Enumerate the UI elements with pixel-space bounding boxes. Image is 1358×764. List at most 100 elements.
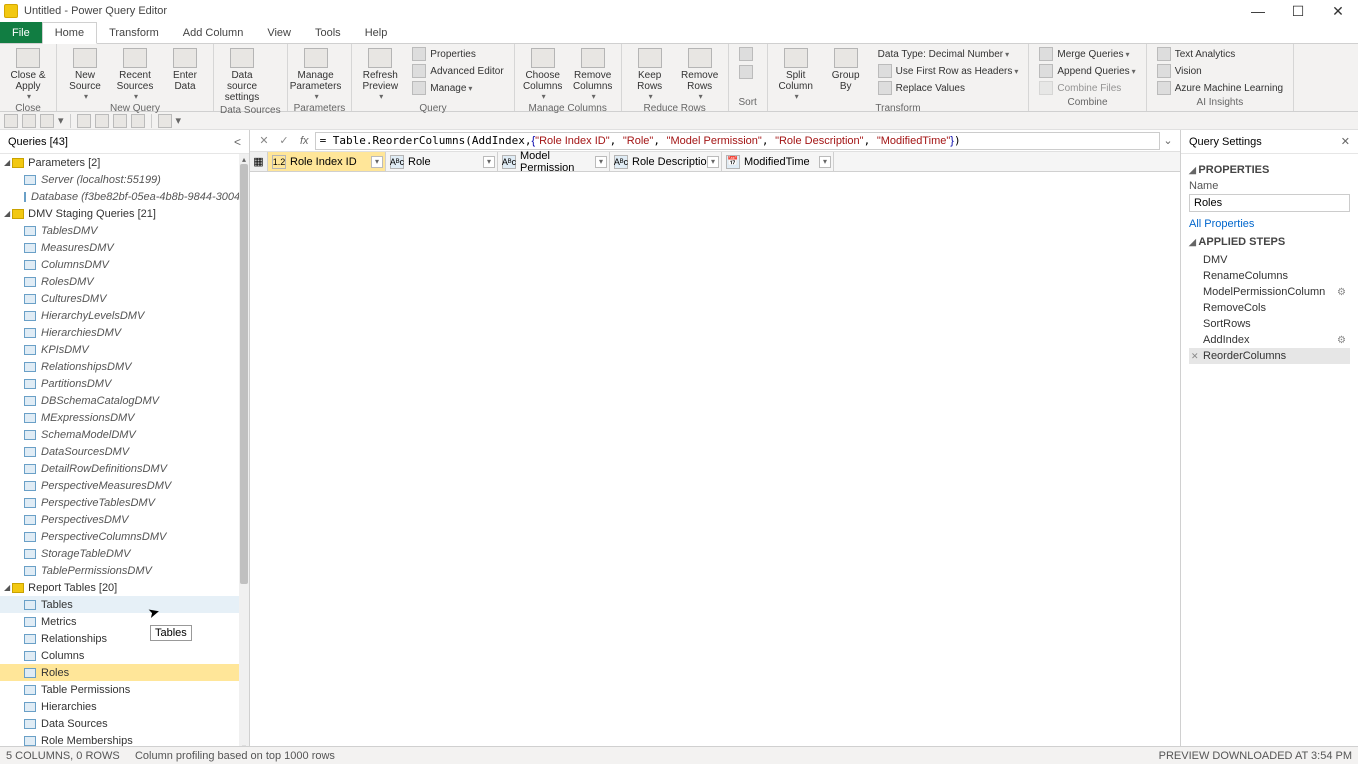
- applied-step[interactable]: RenameColumns: [1189, 268, 1350, 284]
- vision-button[interactable]: Vision: [1153, 63, 1287, 79]
- tree-item[interactable]: MExpressionsDMV: [0, 409, 249, 426]
- properties-button[interactable]: Properties: [408, 46, 507, 62]
- tree-item[interactable]: PartitionsDMV: [0, 375, 249, 392]
- tab-transform[interactable]: Transform: [97, 22, 171, 43]
- qat-item[interactable]: [22, 114, 36, 128]
- queries-tree[interactable]: ◢Parameters [2]Server (localhost:55199)D…: [0, 154, 249, 752]
- tree-item[interactable]: StorageTableDMV: [0, 545, 249, 562]
- azure-ml-button[interactable]: Azure Machine Learning: [1153, 80, 1287, 96]
- data-source-settings-button[interactable]: Data source settings: [220, 46, 264, 105]
- advanced-editor-button[interactable]: Advanced Editor: [408, 63, 507, 79]
- maximize-button[interactable]: ☐: [1278, 0, 1318, 22]
- enter-data-button[interactable]: Enter Data: [163, 46, 207, 94]
- tree-item[interactable]: DBSchemaCatalogDMV: [0, 392, 249, 409]
- formula-cancel-icon[interactable]: ✕: [254, 132, 274, 150]
- data-type-button[interactable]: Data Type: Decimal Number: [874, 46, 1023, 62]
- refresh-preview-button[interactable]: Refresh Preview: [358, 46, 402, 103]
- qat-item[interactable]: [95, 114, 109, 128]
- new-source-button[interactable]: New Source: [63, 46, 107, 103]
- tree-item[interactable]: TablesDMV: [0, 222, 249, 239]
- tree-item[interactable]: RelationshipsDMV: [0, 358, 249, 375]
- tab-help[interactable]: Help: [353, 22, 400, 43]
- tree-item[interactable]: TablePermissionsDMV: [0, 562, 249, 579]
- tree-item[interactable]: HierarchiesDMV: [0, 324, 249, 341]
- tab-home[interactable]: Home: [42, 22, 97, 44]
- grid-body[interactable]: [250, 172, 1180, 752]
- applied-step[interactable]: AddIndex⚙: [1189, 332, 1350, 348]
- manage-parameters-button[interactable]: Manage Parameters: [294, 46, 338, 103]
- tree-item[interactable]: Relationships: [0, 630, 249, 647]
- tree-item[interactable]: Data Sources: [0, 715, 249, 732]
- applied-step[interactable]: RemoveCols: [1189, 300, 1350, 316]
- close-button[interactable]: ✕: [1318, 0, 1358, 22]
- formula-input[interactable]: = Table.ReorderColumns(AddIndex,{"Role I…: [315, 132, 1160, 150]
- tree-item[interactable]: Columns: [0, 647, 249, 664]
- column-header[interactable]: 📅ModifiedTime▾: [722, 152, 834, 171]
- tree-item[interactable]: RolesDMV: [0, 273, 249, 290]
- manage-button[interactable]: Manage: [408, 80, 507, 96]
- formula-expand-icon[interactable]: ⌄: [1160, 134, 1176, 147]
- scroll-thumb[interactable]: [240, 164, 248, 584]
- fx-icon[interactable]: fx: [300, 135, 309, 147]
- tree-item[interactable]: Roles: [0, 664, 249, 681]
- tree-item[interactable]: Table Permissions: [0, 681, 249, 698]
- qat-item[interactable]: [4, 114, 18, 128]
- column-header[interactable]: 1.2Role Index ID▾: [268, 152, 386, 171]
- tree-item[interactable]: PerspectiveColumnsDMV: [0, 528, 249, 545]
- split-column-button[interactable]: Split Column: [774, 46, 818, 103]
- replace-values-button[interactable]: Replace Values: [874, 80, 1023, 96]
- text-analytics-button[interactable]: Text Analytics: [1153, 46, 1287, 62]
- choose-columns-button[interactable]: Choose Columns: [521, 46, 565, 103]
- grid-corner-button[interactable]: ▦: [250, 152, 268, 171]
- first-row-headers-button[interactable]: Use First Row as Headers: [874, 63, 1023, 79]
- close-settings-icon[interactable]: ✕: [1341, 135, 1350, 148]
- applied-step[interactable]: ReorderColumns: [1189, 348, 1350, 364]
- applied-step[interactable]: SortRows: [1189, 316, 1350, 332]
- tree-item[interactable]: Hierarchies: [0, 698, 249, 715]
- qat-item[interactable]: [40, 114, 54, 128]
- tree-item[interactable]: PerspectiveMeasuresDMV: [0, 477, 249, 494]
- column-header[interactable]: AᴮcModel Permission▾: [498, 152, 610, 171]
- tree-item[interactable]: DetailRowDefinitionsDMV: [0, 460, 249, 477]
- tab-view[interactable]: View: [255, 22, 303, 43]
- sort-desc-button[interactable]: [735, 64, 761, 80]
- tree-item[interactable]: CulturesDMV: [0, 290, 249, 307]
- recent-sources-button[interactable]: Recent Sources: [113, 46, 157, 103]
- qat-item[interactable]: [113, 114, 127, 128]
- merge-queries-button[interactable]: Merge Queries: [1035, 46, 1139, 62]
- qat-item[interactable]: [77, 114, 91, 128]
- tree-item[interactable]: DataSourcesDMV: [0, 443, 249, 460]
- keep-rows-button[interactable]: Keep Rows: [628, 46, 672, 103]
- tree-item[interactable]: Tables: [0, 596, 249, 613]
- append-queries-button[interactable]: Append Queries: [1035, 63, 1139, 79]
- close-apply-button[interactable]: Close & Apply: [6, 46, 50, 103]
- tree-group[interactable]: ◢DMV Staging Queries [21]: [0, 205, 249, 222]
- tab-file[interactable]: File: [0, 22, 42, 43]
- query-name-input[interactable]: [1189, 194, 1350, 212]
- tree-item[interactable]: MeasuresDMV: [0, 239, 249, 256]
- collapse-queries-icon[interactable]: <: [234, 135, 241, 149]
- tree-item[interactable]: PerspectiveTablesDMV: [0, 494, 249, 511]
- qat-item[interactable]: [131, 114, 145, 128]
- formula-commit-icon[interactable]: ✓: [274, 132, 294, 150]
- remove-rows-button[interactable]: Remove Rows: [678, 46, 722, 103]
- column-header[interactable]: AᴮcRole▾: [386, 152, 498, 171]
- tab-add-column[interactable]: Add Column: [171, 22, 256, 43]
- combine-files-button[interactable]: Combine Files: [1035, 80, 1139, 96]
- scroll-up-icon[interactable]: ▴: [239, 154, 249, 164]
- remove-columns-button[interactable]: Remove Columns: [571, 46, 615, 103]
- tree-scrollbar[interactable]: ▴ ▾: [239, 154, 249, 752]
- tree-item[interactable]: Database (f3be82bf-05ea-4b8b-9844-3004c1…: [0, 188, 249, 205]
- tree-item[interactable]: KPIsDMV: [0, 341, 249, 358]
- tree-item[interactable]: SchemaModelDMV: [0, 426, 249, 443]
- tree-item[interactable]: Metrics: [0, 613, 249, 630]
- column-header[interactable]: AᴮcRole Description▾: [610, 152, 722, 171]
- tree-item[interactable]: Server (localhost:55199): [0, 171, 249, 188]
- tree-item[interactable]: PerspectivesDMV: [0, 511, 249, 528]
- applied-step[interactable]: ModelPermissionColumn⚙: [1189, 284, 1350, 300]
- tree-group[interactable]: ◢Report Tables [20]: [0, 579, 249, 596]
- all-properties-link[interactable]: All Properties: [1189, 218, 1350, 230]
- qat-item[interactable]: [158, 114, 172, 128]
- applied-step[interactable]: DMV: [1189, 252, 1350, 268]
- sort-asc-button[interactable]: [735, 46, 761, 62]
